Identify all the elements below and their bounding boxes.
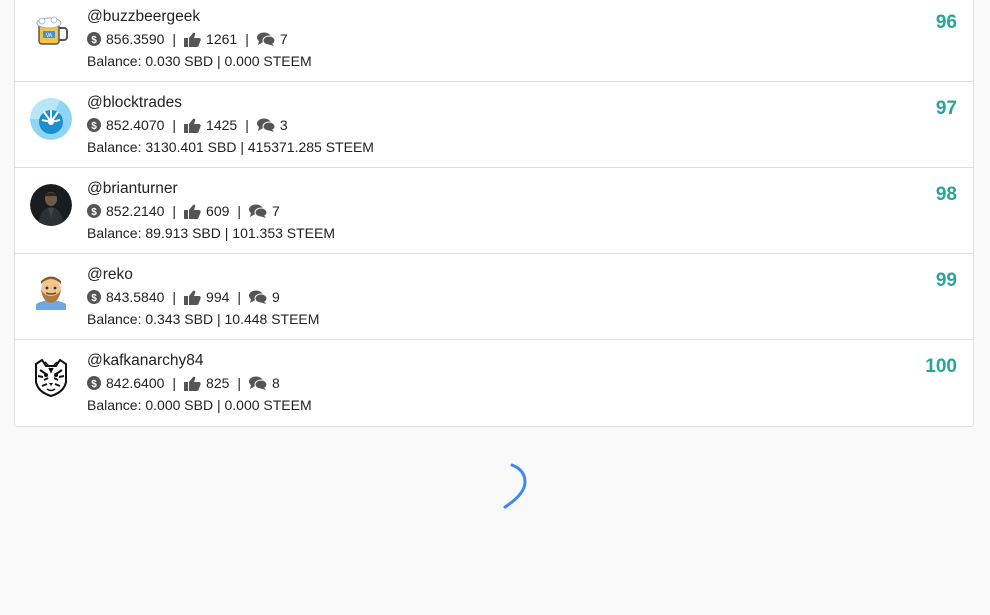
list-item[interactable]: @blocktrades $ 852.4070 | 1425 | 3 Balan…: [15, 82, 973, 168]
list-item[interactable]: @brianturner $ 852.2140 | 609 | 7 Balanc…: [15, 168, 973, 254]
svg-text:$: $: [91, 35, 97, 46]
comments-icon: [249, 204, 268, 218]
separator: |: [237, 375, 242, 391]
separator: |: [172, 117, 177, 133]
loading-spinner-icon: [495, 460, 535, 510]
comments-count: 7: [279, 31, 288, 47]
likes-count: 825: [206, 375, 230, 391]
username-link[interactable]: @buzzbeergeek: [87, 8, 312, 26]
rank-number: 97: [935, 98, 957, 119]
balance-text: Balance: 89.913 SBD | 101.353 STEEM: [87, 225, 336, 241]
list-item[interactable]: VA @buzzbeergeek $ 856.3590 | 1261 | 7 B…: [15, 0, 973, 82]
comments-count: 9: [272, 289, 280, 305]
svg-text:$: $: [91, 293, 97, 304]
likes-count: 1425: [206, 117, 238, 133]
likes-count: 994: [206, 289, 230, 305]
thumbs-up-icon: [184, 290, 201, 305]
separator: |: [172, 203, 177, 219]
user-info: @blocktrades $ 852.4070 | 1425 | 3 Balan…: [87, 94, 374, 156]
reputation-value: 856.3590: [106, 31, 165, 47]
comments-count: 8: [272, 375, 280, 391]
reputation-value: 852.4070: [106, 117, 165, 133]
user-info: @reko $ 843.5840 | 994 | 9 Balance: 0.34…: [87, 266, 319, 328]
bearded-face-icon[interactable]: [30, 270, 72, 312]
rank-number: 96: [935, 12, 957, 33]
svg-text:$: $: [91, 379, 97, 390]
username-link[interactable]: @kafkanarchy84: [87, 352, 312, 370]
user-stats: $ 842.6400 | 825 | 8: [87, 374, 312, 392]
dollar-icon: $: [87, 376, 101, 390]
comments-icon: [256, 118, 275, 132]
username-link[interactable]: @reko: [87, 266, 319, 284]
comments-count: 3: [279, 117, 288, 133]
thumbs-up-icon: [184, 118, 201, 133]
user-stats: $ 843.5840 | 994 | 9: [87, 288, 319, 306]
svg-text:$: $: [91, 207, 97, 218]
dollar-icon: $: [87, 32, 101, 46]
likes-count: 609: [206, 203, 230, 219]
thumbs-up-icon: [184, 376, 201, 391]
thumbs-up-icon: [184, 204, 201, 219]
rank-number: 99: [935, 270, 957, 291]
reputation-value: 852.2140: [106, 203, 165, 219]
comments-count: 7: [272, 203, 280, 219]
username-link[interactable]: @blocktrades: [87, 94, 374, 112]
reputation-value: 842.6400: [106, 375, 165, 391]
user-info: @brianturner $ 852.2140 | 609 | 7 Balanc…: [87, 180, 335, 242]
balance-text: Balance: 0.343 SBD | 10.448 STEEM: [87, 311, 320, 327]
rank-number: 100: [925, 356, 957, 377]
reputation-value: 843.5840: [106, 289, 165, 305]
dollar-icon: $: [87, 204, 101, 218]
comments-icon: [249, 290, 268, 304]
user-list: VA @buzzbeergeek $ 856.3590 | 1261 | 7 B…: [14, 0, 974, 427]
separator: |: [237, 289, 242, 305]
separator: |: [172, 31, 177, 47]
separator: |: [245, 117, 249, 133]
blocktrades-logo-icon[interactable]: [30, 98, 72, 140]
separator: |: [237, 203, 242, 219]
comments-icon: [256, 32, 275, 46]
tiger-sketch-icon[interactable]: [30, 356, 72, 398]
list-item[interactable]: @kafkanarchy84 $ 842.6400 | 825 | 8 Bala…: [15, 340, 973, 426]
svg-text:$: $: [91, 121, 97, 132]
balance-text: Balance: 0.030 SBD | 0.000 STEEM: [87, 53, 312, 69]
separator: |: [172, 289, 177, 305]
likes-count: 1261: [206, 31, 238, 47]
comments-icon: [249, 376, 268, 390]
rank-number: 98: [935, 184, 957, 205]
dollar-icon: $: [87, 290, 101, 304]
user-stats: $ 856.3590 | 1261 | 7: [87, 30, 312, 48]
user-info: @kafkanarchy84 $ 842.6400 | 825 | 8 Bala…: [87, 352, 312, 414]
user-stats: $ 852.4070 | 1425 | 3: [87, 116, 374, 134]
username-link[interactable]: @brianturner: [87, 180, 335, 198]
thumbs-up-icon: [184, 32, 201, 47]
balance-text: Balance: 3130.401 SBD | 415371.285 STEEM: [87, 139, 374, 155]
person-photo-icon[interactable]: [30, 184, 72, 226]
list-item[interactable]: @reko $ 843.5840 | 994 | 9 Balance: 0.34…: [15, 254, 973, 340]
beer-mug-icon[interactable]: VA: [30, 12, 72, 54]
dollar-icon: $: [87, 118, 101, 132]
svg-text:VA: VA: [46, 33, 53, 39]
balance-text: Balance: 0.000 SBD | 0.000 STEEM: [87, 397, 312, 413]
separator: |: [172, 375, 177, 391]
user-stats: $ 852.2140 | 609 | 7: [87, 202, 335, 220]
user-info: @buzzbeergeek $ 856.3590 | 1261 | 7 Bala…: [87, 8, 312, 70]
separator: |: [245, 31, 249, 47]
